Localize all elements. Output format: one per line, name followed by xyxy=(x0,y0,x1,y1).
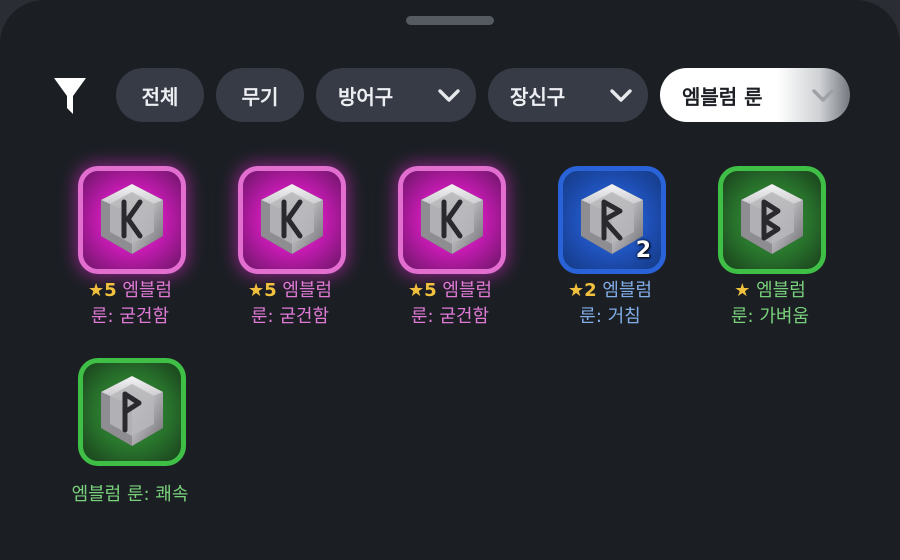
kaunan-rune-icon xyxy=(421,184,483,254)
rune-item[interactable]: ★5 엠블럼 룬: 굳건함 xyxy=(360,166,540,336)
rune-name-line1: 엠블럼 xyxy=(442,280,493,301)
star-rating: ★5 xyxy=(87,280,117,301)
rune-item-caption: ★5 엠블럼 룬: 굳건함 xyxy=(200,278,380,330)
star-rating: ★5 xyxy=(407,280,437,301)
rune-item-tile-rare[interactable]: 2 xyxy=(558,166,666,274)
filter-dropdown-armor[interactable]: 방어구 xyxy=(316,68,476,122)
filter-chip-all[interactable]: 전체 xyxy=(116,68,204,122)
rune-item-tile-uncommon[interactable] xyxy=(78,358,186,466)
rune-name-line2: 룬: 굳건함 xyxy=(250,306,330,327)
rune-name-line2: 룬: 거침 xyxy=(579,306,641,327)
rune-filter-sheet: 전체 무기 방어구 장신구 엠블럼 룬 ★5 엠블럼 룬: 굳건함 ★5 엠블럼… xyxy=(0,0,900,560)
star-rating: ★2 xyxy=(567,280,597,301)
rune-name-line1: 엠블럼 xyxy=(602,280,653,301)
rune-item[interactable]: 2 ★2 엠블럼 룬: 거침 xyxy=(520,166,700,336)
rune-name-line1: 엠블럼 xyxy=(282,280,333,301)
rune-name-line1: 엠블럼 xyxy=(756,280,806,301)
chevron-down-icon xyxy=(438,89,460,102)
sheet-drag-handle[interactable] xyxy=(406,16,494,25)
filter-icon[interactable] xyxy=(52,76,88,116)
rune-item[interactable]: ★5 엠블럼 룬: 굳건함 xyxy=(200,166,380,336)
star-rating: ★ xyxy=(734,280,751,301)
rune-item-caption: ★5 엠블럼 룬: 굳건함 xyxy=(360,278,540,330)
rune-name-line2: 룬: 가벼움 xyxy=(730,306,810,327)
filter-dropdown-armor-label: 방어구 xyxy=(338,84,394,109)
item-count-badge: 2 xyxy=(635,238,651,263)
rune-item-caption: ★5 엠블럼 룬: 굳건함 xyxy=(40,278,220,330)
filter-dropdown-accessory-label: 장신구 xyxy=(510,84,566,109)
rune-name-line2: 룬: 굳건함 xyxy=(410,306,490,327)
rune-item-caption: ★2 엠블럼 룬: 거침 xyxy=(520,278,700,330)
rune-item-tile-epic[interactable] xyxy=(398,166,506,274)
filter-dropdown-accessory[interactable]: 장신구 xyxy=(488,68,648,122)
rune-item-caption: ★ 엠블럼 룬: 가벼움 xyxy=(680,278,860,330)
rune-name-full: 엠블럼 룬: 쾌속 xyxy=(71,484,189,505)
star-rating: ★5 xyxy=(247,280,277,301)
chevron-down-icon xyxy=(812,89,834,102)
wunjo-rune-icon xyxy=(101,376,163,446)
rune-item[interactable]: 엠블럼 룬: 쾌속 xyxy=(40,358,220,518)
rune-item-caption: 엠블럼 룬: 쾌속 xyxy=(40,482,220,508)
rune-name-line2: 룬: 굳건함 xyxy=(90,306,170,327)
rune-name-line1: 엠블럼 xyxy=(122,280,173,301)
rune-item-tile-epic[interactable] xyxy=(78,166,186,274)
rune-item[interactable]: ★5 엠블럼 룬: 굳건함 xyxy=(40,166,220,336)
kaunan-rune-icon xyxy=(101,184,163,254)
filter-dropdown-emblem-rune[interactable]: 엠블럼 룬 xyxy=(660,68,850,122)
filter-dropdown-emblem-rune-label: 엠블럼 룬 xyxy=(682,84,763,109)
rune-item[interactable]: ★ 엠블럼 룬: 가벼움 xyxy=(680,166,860,336)
filter-chip-weapon-label: 무기 xyxy=(241,84,279,109)
filter-chip-all-label: 전체 xyxy=(141,84,179,109)
rune-item-tile-epic[interactable] xyxy=(238,166,346,274)
chevron-down-icon xyxy=(610,89,632,102)
filter-chip-weapon[interactable]: 무기 xyxy=(216,68,304,122)
kaunan-rune-icon xyxy=(261,184,323,254)
berkana-rune-icon xyxy=(741,184,803,254)
rune-item-tile-uncommon[interactable] xyxy=(718,166,826,274)
